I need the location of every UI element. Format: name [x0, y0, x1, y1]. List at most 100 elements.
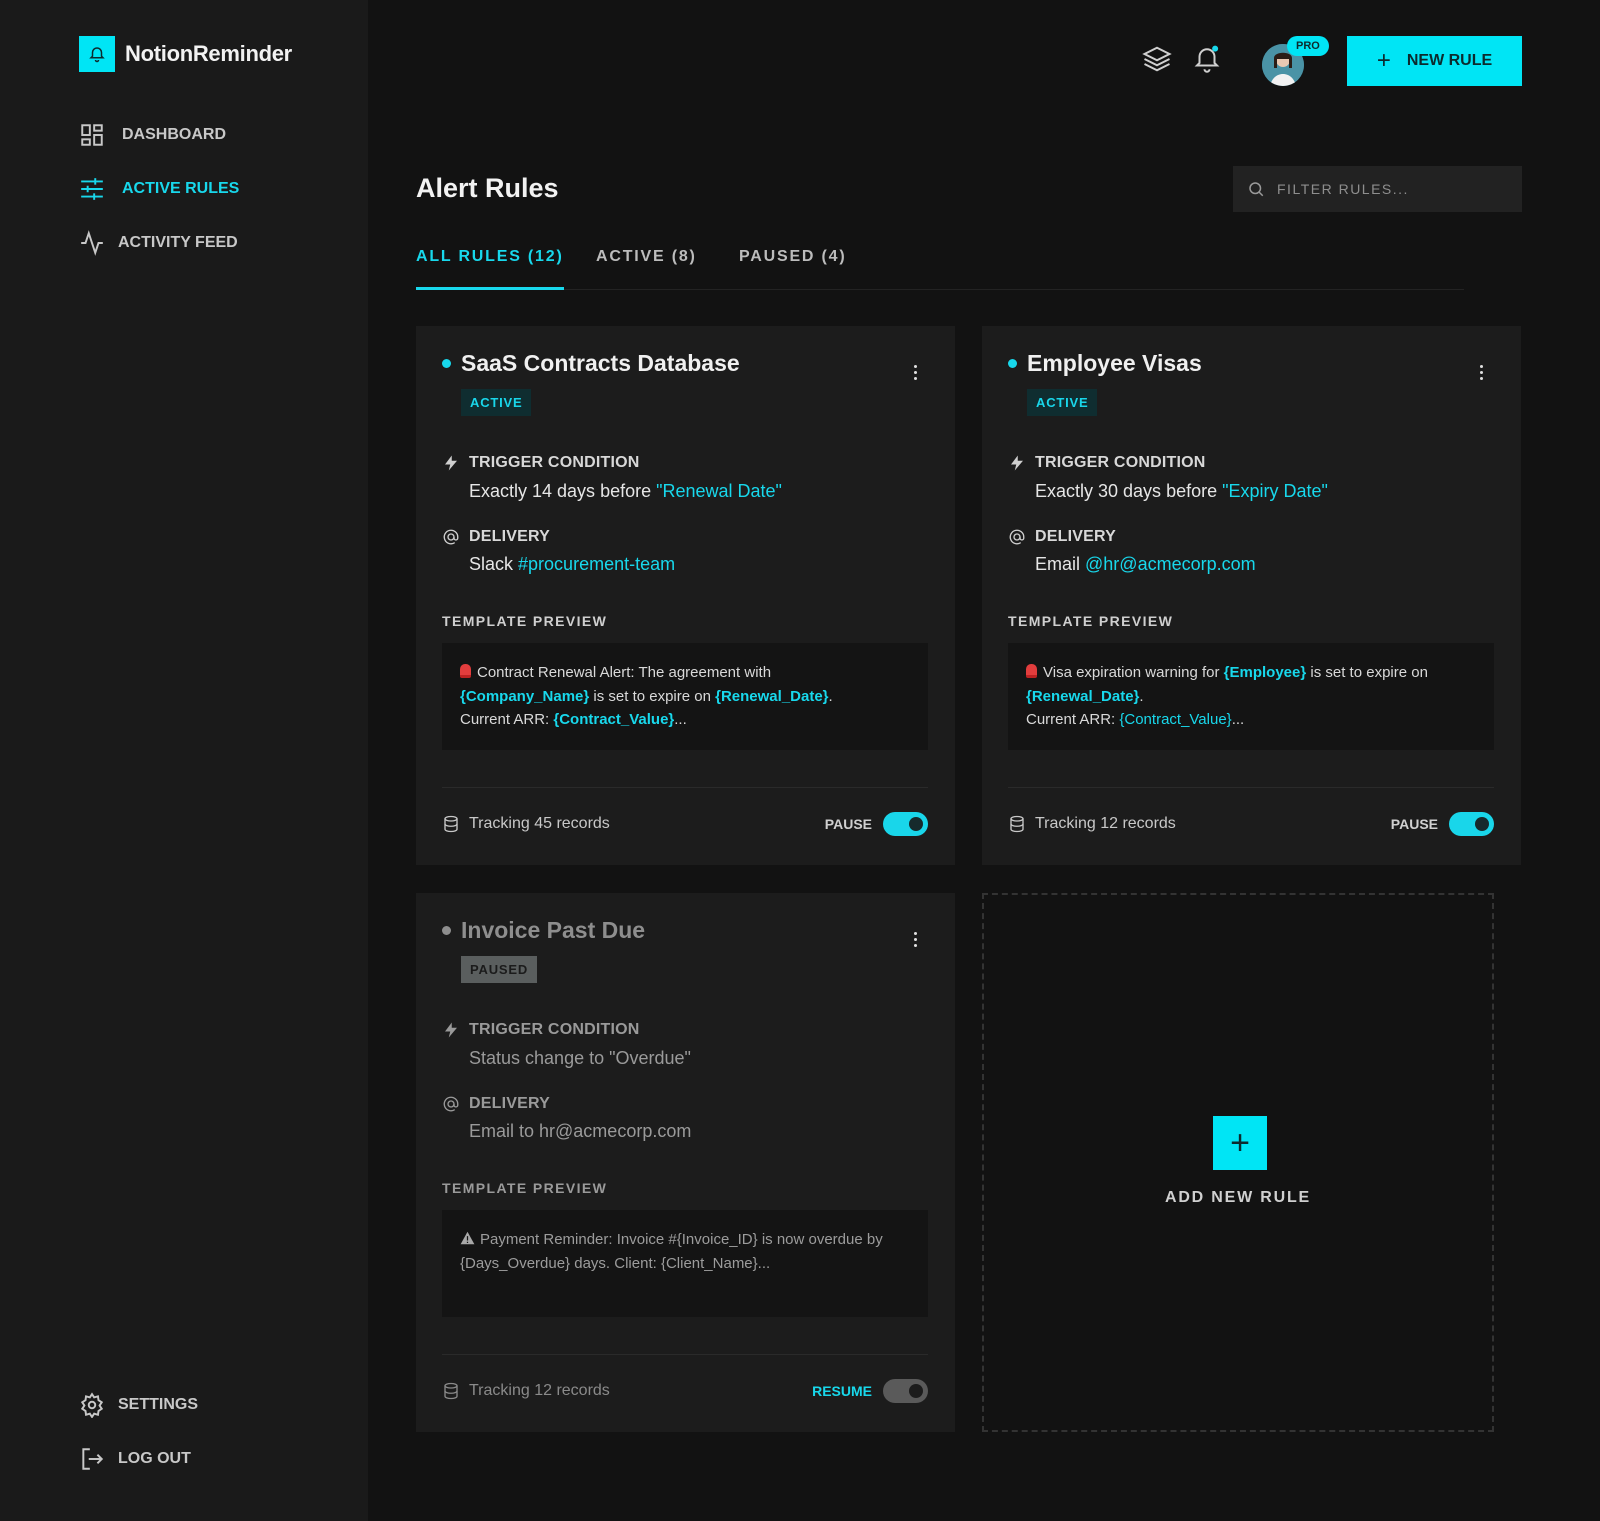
delivery-label: DELIVERY — [469, 1095, 551, 1112]
gear-icon — [80, 1392, 104, 1418]
sliders-icon — [81, 178, 103, 200]
sidebar-item-logout[interactable]: LOG OUT — [79, 1446, 191, 1472]
sidebar-item-activity-feed[interactable]: ACTIVITY FEED — [79, 230, 238, 256]
siren-icon — [1026, 664, 1037, 678]
trigger-label: TRIGGER CONDITION — [1035, 454, 1206, 471]
tracking-text: Tracking 12 records — [469, 1382, 610, 1399]
rule-card-employee-visas[interactable]: Employee Visas ACTIVE TRIGGER CONDITION … — [982, 326, 1521, 865]
sidebar-item-label: LOG OUT — [118, 1450, 191, 1467]
template-preview: Contract Renewal Alert: The agreement wi… — [442, 643, 928, 750]
logout-icon — [82, 1448, 104, 1470]
card-header: Employee Visas — [1008, 350, 1202, 377]
status-badge: ACTIVE — [1027, 389, 1098, 416]
toggle-wrap: PAUSE — [1391, 812, 1494, 836]
sidebar-item-label: ACTIVITY FEED — [118, 234, 238, 251]
delivery-row: DELIVERY — [442, 528, 550, 546]
card-divider — [442, 1354, 928, 1355]
card-divider — [1008, 787, 1494, 788]
template-preview-label: TEMPLATE PREVIEW — [442, 613, 608, 629]
add-new-rule-card[interactable]: + ADD NEW RULE — [982, 893, 1494, 1432]
bell-icon[interactable] — [1192, 43, 1222, 73]
brand-name: NotionReminder — [125, 41, 292, 66]
filter-box — [1233, 166, 1522, 212]
kebab-icon[interactable] — [905, 360, 925, 384]
trigger-value: Exactly 14 days before "Renewal Date" — [469, 481, 782, 501]
toggle-wrap: RESUME — [812, 1379, 928, 1403]
tab-all-rules[interactable]: ALL RULES (12) — [416, 248, 564, 290]
sidebar-item-label: SETTINGS — [118, 1396, 199, 1413]
add-new-rule-label: ADD NEW RULE — [1164, 1189, 1312, 1206]
search-icon — [1249, 182, 1264, 197]
status-dot — [1008, 359, 1017, 368]
resume-toggle[interactable] — [883, 1379, 928, 1403]
delivery-value: Email @hr@acmecorp.com — [1035, 554, 1256, 574]
new-rule-button[interactable]: + NEW RULE — [1347, 36, 1522, 86]
trigger-row: TRIGGER CONDITION — [442, 454, 640, 472]
filter-input[interactable] — [1277, 181, 1497, 197]
sidebar-item-dashboard[interactable]: DASHBOARD — [79, 122, 226, 148]
trigger-value: Status change to "Overdue" — [469, 1048, 691, 1068]
trigger-label: TRIGGER CONDITION — [469, 1021, 640, 1038]
toggle-label: PAUSE — [824, 816, 872, 832]
template-preview-label: TEMPLATE PREVIEW — [1008, 613, 1174, 629]
toggle-label: PAUSE — [1390, 816, 1438, 832]
card-footer: Tracking 12 records RESUME — [442, 1376, 928, 1406]
template-preview: Visa expiration warning for {Employee} i… — [1008, 643, 1494, 750]
brand[interactable]: NotionReminder — [79, 36, 292, 72]
sidebar-item-active-rules[interactable]: ACTIVE RULES — [79, 176, 239, 202]
delivery-label: DELIVERY — [1035, 528, 1117, 545]
status-badge: PAUSED — [461, 956, 538, 983]
activity-icon — [81, 230, 103, 256]
card-divider — [442, 787, 928, 788]
tab-paused[interactable]: PAUSED (4) — [739, 248, 847, 290]
trigger-value: Exactly 30 days before "Expiry Date" — [1035, 481, 1328, 501]
sidebar-item-settings[interactable]: SETTINGS — [79, 1392, 198, 1418]
card-title: Invoice Past Due — [461, 917, 646, 943]
sidebar-item-label: DASHBOARD — [122, 126, 226, 143]
plus-icon[interactable]: + — [1213, 1116, 1267, 1170]
card-header: SaaS Contracts Database — [442, 350, 740, 377]
layers-icon[interactable] — [1142, 44, 1172, 74]
page-title: Alert Rules — [416, 173, 559, 203]
kebab-icon[interactable] — [905, 927, 925, 951]
plus-icon: + — [1376, 47, 1391, 74]
pause-toggle[interactable] — [883, 812, 928, 836]
card-header: Invoice Past Due — [442, 917, 645, 944]
sidebar: NotionReminder DASHBOARD ACTIVE RULES AC… — [0, 0, 368, 1521]
pro-badge: PRO — [1287, 36, 1329, 56]
trigger-row: TRIGGER CONDITION — [442, 1021, 640, 1039]
at-icon — [443, 529, 459, 545]
delivery-label: DELIVERY — [469, 528, 551, 545]
warning-icon — [460, 1231, 475, 1245]
database-icon — [444, 815, 458, 833]
pause-toggle[interactable] — [1449, 812, 1494, 836]
status-badge: ACTIVE — [461, 389, 532, 416]
toggle-label: RESUME — [812, 1383, 872, 1399]
tab-active[interactable]: ACTIVE (8) — [596, 248, 697, 290]
kebab-icon[interactable] — [1471, 360, 1491, 384]
dashboard-icon — [81, 124, 103, 146]
at-icon — [1009, 529, 1025, 545]
template-preview: Payment Reminder: Invoice #{Invoice_ID} … — [442, 1210, 928, 1317]
sidebar-item-label: ACTIVE RULES — [122, 180, 240, 197]
card-title: SaaS Contracts Database — [461, 350, 740, 376]
siren-icon — [460, 664, 471, 678]
tracking-text: Tracking 45 records — [469, 815, 610, 832]
lightning-icon — [445, 1022, 457, 1038]
tabs: ALL RULES (12) ACTIVE (8) PAUSED (4) — [416, 248, 1464, 290]
status-dot — [442, 359, 451, 368]
template-preview-label: TEMPLATE PREVIEW — [442, 1180, 608, 1196]
rule-card-invoice-past-due[interactable]: Invoice Past Due PAUSED TRIGGER CONDITIO… — [416, 893, 955, 1432]
lightning-icon — [445, 455, 457, 471]
trigger-label: TRIGGER CONDITION — [469, 454, 640, 471]
card-footer: Tracking 12 records PAUSE — [1008, 809, 1494, 839]
database-icon — [444, 1382, 458, 1400]
database-icon — [1010, 815, 1024, 833]
trigger-row: TRIGGER CONDITION — [1008, 454, 1206, 472]
delivery-value: Email to hr@acmecorp.com — [469, 1121, 692, 1141]
delivery-value: Slack #procurement-team — [469, 554, 676, 574]
rule-card-saas-contracts[interactable]: SaaS Contracts Database ACTIVE TRIGGER C… — [416, 326, 955, 865]
at-icon — [443, 1096, 459, 1112]
delivery-row: DELIVERY — [442, 1095, 550, 1113]
card-title: Employee Visas — [1027, 350, 1202, 376]
